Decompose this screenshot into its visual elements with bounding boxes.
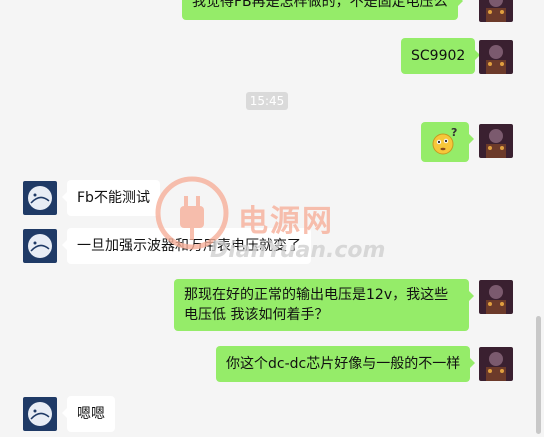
my-avatar[interactable] (479, 347, 513, 381)
message-text: 一旦加强示波器和万用表电压就变了 (77, 238, 301, 254)
message-bubble-sent[interactable]: SC9902 (401, 38, 481, 74)
svg-text:?: ? (451, 126, 457, 139)
my-avatar[interactable] (479, 40, 513, 74)
avatar-image (479, 40, 513, 74)
my-avatar[interactable] (479, 124, 513, 158)
chat-message-list[interactable]: 我觉得FB再是怎样做的，不是固定电压么 SC9902 15:45 ? Fb不能测… (0, 0, 544, 437)
avatar-image (479, 280, 513, 314)
my-avatar[interactable] (479, 280, 513, 314)
avatar-image (23, 181, 57, 215)
message-bubble-received[interactable]: 一旦加强示波器和万用表电压就变了 (62, 228, 311, 264)
avatar-image (23, 397, 57, 431)
confused-face-emoji-icon: ? (432, 126, 457, 155)
message-bubble-received[interactable]: 嗯嗯 (62, 396, 115, 432)
message-text: 你这个dc-dc芯片好像与一般的不一样 (226, 356, 461, 372)
contact-avatar[interactable] (23, 229, 57, 263)
message-bubble-received[interactable]: Fb不能测试 (62, 180, 160, 216)
message-text: SC9902 (411, 48, 466, 64)
my-avatar[interactable] (479, 0, 513, 22)
avatar-image (479, 347, 513, 381)
message-text: 嗯嗯 (77, 406, 105, 422)
message-text: 我觉得FB再是怎样做的，不是固定电压么 (192, 0, 448, 10)
message-bubble-sent[interactable]: ? (421, 122, 474, 162)
message-bubble-sent[interactable]: 我觉得FB再是怎样做的，不是固定电压么 (182, 0, 463, 20)
avatar-image (479, 124, 513, 158)
avatar-image (479, 0, 513, 22)
avatar-image (23, 229, 57, 263)
scrollbar-thumb[interactable] (536, 316, 541, 434)
message-text: 那现在好的正常的输出电压是12v，我这些电压低 我该如何着手？ (184, 287, 449, 323)
timestamp: 15:45 (246, 92, 288, 110)
message-bubble-sent[interactable]: 你这个dc-dc芯片好像与一般的不一样 (216, 346, 476, 382)
message-text: Fb不能测试 (77, 190, 150, 206)
contact-avatar[interactable] (23, 397, 57, 431)
contact-avatar[interactable] (23, 181, 57, 215)
message-bubble-sent[interactable]: 那现在好的正常的输出电压是12v，我这些电压低 我该如何着手？ (174, 279, 474, 331)
